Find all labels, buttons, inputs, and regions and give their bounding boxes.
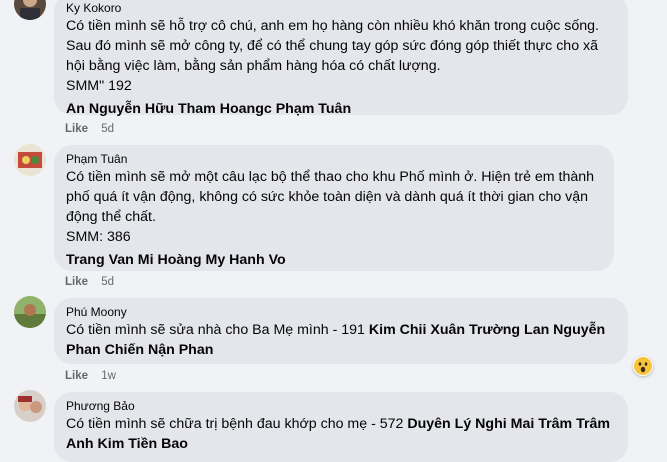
comment-bubble: Phạm Tuân Có tiền mình sẽ mở một câu lạc… xyxy=(54,145,614,271)
comment-tags[interactable]: Trang Van Mi Hoàng My Hanh Vo xyxy=(66,250,602,270)
like-button[interactable]: Like xyxy=(65,123,88,135)
avatar[interactable] xyxy=(14,144,46,176)
avatar[interactable] xyxy=(14,390,46,422)
comment-tags[interactable]: An Nguyễn Hữu Tham Hoangc Phạm Tuân xyxy=(66,99,616,119)
comment-author[interactable]: Phạm Tuân xyxy=(66,151,602,167)
avatar[interactable] xyxy=(14,296,46,328)
comment-time[interactable]: 5d xyxy=(101,276,114,288)
comment-text-body: Có tiền mình sẽ sửa nhà cho Ba Mẹ mình -… xyxy=(66,322,369,338)
comment-text: Có tiền mình sẽ hỗ trợ cô chú, anh em họ… xyxy=(66,18,600,94)
like-button[interactable]: Like xyxy=(65,276,88,288)
comment-actions: Like 5d xyxy=(65,276,114,288)
comment-text: Có tiền mình sẽ chữa trị bệnh đau khớp c… xyxy=(66,414,616,454)
comment-time[interactable]: 1w xyxy=(101,370,116,382)
comment-text: Có tiền mình sẽ mở một câu lạc bộ thể th… xyxy=(66,169,595,245)
comment-actions: Like 1w xyxy=(65,370,116,382)
wow-emoji-icon xyxy=(634,357,652,375)
avatar-image-icon xyxy=(14,0,46,20)
wow-reaction-icon[interactable] xyxy=(633,356,653,376)
avatar[interactable] xyxy=(14,0,46,20)
like-button[interactable]: Like xyxy=(65,370,88,382)
comment-bubble: Phương Bảo Có tiền mình sẽ chữa trị bệnh… xyxy=(54,392,628,462)
comment-text-body: Có tiền mình sẽ chữa trị bệnh đau khớp c… xyxy=(66,416,408,432)
comment-author[interactable]: Phú Moony xyxy=(66,304,616,320)
comment-bubble: Phú Moony Có tiền mình sẽ sửa nhà cho Ba… xyxy=(54,298,628,364)
comment-actions: Like 5d xyxy=(65,123,114,135)
comment-time[interactable]: 5d xyxy=(101,123,114,135)
avatar-image-icon xyxy=(14,144,46,176)
avatar-image-icon xyxy=(14,296,46,328)
avatar-image-icon xyxy=(14,390,46,422)
comment-author[interactable]: Ky Kokoro xyxy=(66,0,616,16)
comment-bubble: Ky Kokoro Có tiền mình sẽ hỗ trợ cô chú,… xyxy=(54,0,628,117)
comment-text: Có tiền mình sẽ sửa nhà cho Ba Mẹ mình -… xyxy=(66,320,616,360)
comment-author[interactable]: Phương Bảo xyxy=(66,398,616,414)
